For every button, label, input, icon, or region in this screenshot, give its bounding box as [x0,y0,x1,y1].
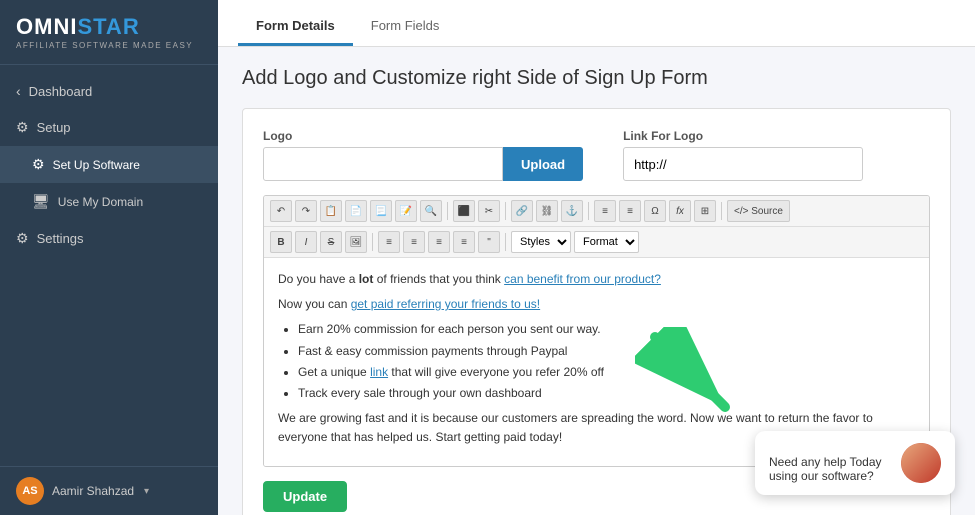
sidebar-item-set-up-software[interactable]: ⚙ Set Up Software [0,146,218,183]
styles-select[interactable]: Styles [511,231,571,253]
paste-text-button[interactable]: 📃 [370,200,392,222]
copy-button[interactable]: 📋 [320,200,342,222]
logo-link-row: Logo Upload Link For Logo [263,129,930,181]
editor-para-2: Now you can get paid referring your frie… [278,295,915,314]
strikethrough-button[interactable]: S [320,231,342,253]
editor-bullet-list: Earn 20% commission for each person you … [278,320,915,403]
separator [505,202,506,220]
find-replace-button[interactable]: 🔍 [420,200,442,222]
sidebar-nav: ‹ Dashboard ⚙ Setup ⚙ Set Up Software 🖥 … [0,65,218,466]
sidebar-item-label: Dashboard [29,84,93,99]
sidebar-item-dashboard[interactable]: ‹ Dashboard [0,73,218,109]
avatar-initials: AS [22,485,37,497]
outdent-button[interactable]: ≡ [428,231,450,253]
bullet-item-4: Track every sale through your own dashbo… [298,384,915,403]
main-content: Form Details Form Fields Add Logo and Cu… [218,0,975,515]
link-label: Link For Logo [623,129,863,143]
chevron-left-icon: ‹ [16,83,21,99]
rich-text-editor: ↶ ↷ 📋 📄 📃 📝 🔍 ⬛ ✂ 🔗 ⛓ ⚓ ≡ ≡ [263,195,930,467]
update-button[interactable]: Update [263,481,347,512]
sidebar-item-label: Set Up Software [53,158,140,172]
user-footer[interactable]: AS Aamir Shahzad ▾ [0,466,218,515]
chat-message: Need any help Today using our software? [769,455,891,483]
avatar: AS [16,477,44,505]
paste-button[interactable]: 📄 [345,200,367,222]
anchor-button[interactable]: ⚓ [561,200,583,222]
unordered-list-button[interactable]: ≡ [403,231,425,253]
logo-group: Logo Upload [263,129,583,181]
sidebar-item-label: Setup [37,120,71,135]
separator [372,233,373,251]
logo-label: Logo [263,129,583,143]
align-center-button[interactable]: ≡ [619,200,641,222]
ordered-list-button[interactable]: ≡ [378,231,400,253]
bullet-item-1: Earn 20% commission for each person you … [298,320,915,339]
undo-button[interactable]: ↶ [270,200,292,222]
format-select[interactable]: Format [574,231,639,253]
brand-logo: OMNISTAR [16,14,202,40]
separator [447,202,448,220]
setup-icon: ⚙ [16,119,29,136]
sidebar-item-settings[interactable]: ⚙ Settings [0,220,218,257]
chat-avatar [901,443,941,483]
settings-icon: ⚙ [16,230,29,247]
logo-area: OMNISTAR AFFILIATE SOFTWARE MADE EASY [0,0,218,65]
editor-toolbar-2: B I S 🖼 ≡ ≡ ≡ ≡ " Styles Format [264,227,929,258]
upload-button[interactable]: Upload [503,147,583,181]
indent-button[interactable]: ≡ [453,231,475,253]
separator [588,202,589,220]
sidebar: OMNISTAR AFFILIATE SOFTWARE MADE EASY ‹ … [0,0,218,515]
chat-avatar-image [901,443,941,483]
tab-form-fields[interactable]: Form Fields [353,8,458,46]
bullet-item-3: Get a unique link that will give everyon… [298,363,915,382]
content-area: Add Logo and Customize right Side of Sig… [218,47,975,515]
brand-tagline: AFFILIATE SOFTWARE MADE EASY [16,41,202,50]
table-button[interactable]: ⊞ [694,200,716,222]
gear-icon: ⚙ [32,156,45,173]
chevron-down-icon: ▾ [144,486,149,497]
redo-button[interactable]: ↷ [295,200,317,222]
bold-button[interactable]: B [270,231,292,253]
link-group: Link For Logo [623,129,863,181]
fx-button[interactable]: fx [669,200,691,222]
unlink-button[interactable]: ⛓ [536,200,558,222]
logo-input[interactable] [263,147,503,181]
tabs-bar: Form Details Form Fields [218,0,975,47]
tab-form-details[interactable]: Form Details [238,8,353,46]
select-all-button[interactable]: ⬛ [453,200,475,222]
blockquote-button[interactable]: " [478,231,500,253]
align-left-button[interactable]: ≡ [594,200,616,222]
link-button[interactable]: 🔗 [511,200,533,222]
separator [721,202,722,220]
image-button[interactable]: 🖼 [345,231,367,253]
separator [505,233,506,251]
chat-bubble: Need any help Today using our software? [755,431,955,495]
source-button[interactable]: </> Source [727,200,790,222]
monitor-icon: 🖥 [32,193,50,210]
remove-format-button[interactable]: ✂ [478,200,500,222]
sidebar-item-setup[interactable]: ⚙ Setup [0,109,218,146]
omega-button[interactable]: Ω [644,200,666,222]
sidebar-item-use-my-domain[interactable]: 🖥 Use My Domain [0,183,218,220]
sidebar-item-label: Use My Domain [58,195,143,209]
editor-para-1: Do you have a lot of friends that you th… [278,270,915,289]
page-title: Add Logo and Customize right Side of Sig… [242,67,951,90]
bullet-item-2: Fast & easy commission payments through … [298,342,915,361]
italic-button[interactable]: I [295,231,317,253]
sidebar-item-label: Settings [37,231,84,246]
editor-toolbar-1: ↶ ↷ 📋 📄 📃 📝 🔍 ⬛ ✂ 🔗 ⛓ ⚓ ≡ ≡ [264,196,929,227]
logo-input-wrap: Upload [263,147,583,181]
link-input[interactable] [623,147,863,181]
username: Aamir Shahzad [52,484,134,498]
paste-word-button[interactable]: 📝 [395,200,417,222]
